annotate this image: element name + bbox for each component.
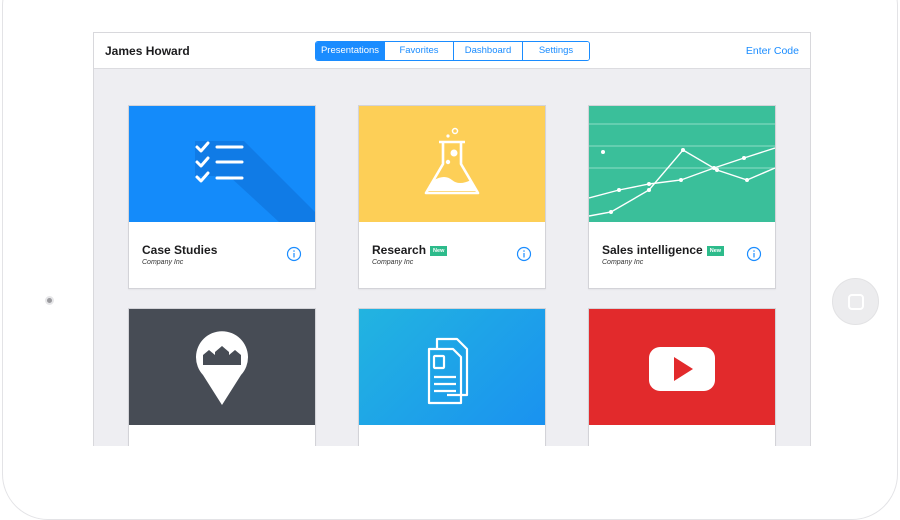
info-icon[interactable]	[516, 246, 532, 262]
card-thumbnail	[129, 309, 315, 425]
card-thumbnail	[359, 309, 545, 425]
document-icon	[427, 337, 469, 405]
user-name: James Howard	[105, 44, 190, 58]
tablet-device: James Howard Presentations Favorites Das…	[0, 0, 900, 520]
info-icon[interactable]	[746, 246, 762, 262]
card-company: Company Inc	[142, 259, 184, 266]
tab-dashboard[interactable]: Dashboard	[453, 42, 522, 60]
card-case-studies[interactable]: Case Studies Company Inc	[128, 105, 316, 289]
card-thumbnail	[589, 106, 775, 222]
map-pin-icon	[196, 331, 248, 405]
info-icon[interactable]	[286, 246, 302, 262]
camera-icon	[45, 296, 54, 305]
card-title: Case Studies	[142, 243, 218, 257]
home-square-icon	[848, 294, 864, 310]
card-company: Company Inc	[372, 259, 414, 266]
flask-icon	[424, 127, 480, 195]
line-chart-icon	[589, 123, 775, 217]
card-research[interactable]: Research New Company Inc	[358, 105, 546, 289]
card-thumbnail	[359, 106, 545, 222]
tab-bar: Presentations Favorites Dashboard Settin…	[315, 41, 590, 61]
new-badge: New	[430, 246, 448, 256]
tab-settings[interactable]: Settings	[522, 42, 589, 60]
home-button[interactable]	[832, 278, 879, 325]
card-thumbnail	[129, 106, 315, 222]
tab-favorites[interactable]: Favorites	[384, 42, 453, 60]
card-video[interactable]	[588, 308, 776, 446]
card-title: Sales intelligence New	[602, 243, 725, 257]
app-screen: James Howard Presentations Favorites Das…	[93, 32, 811, 446]
card-company: Company Inc	[602, 259, 644, 266]
top-bar: James Howard Presentations Favorites Das…	[94, 33, 810, 69]
new-badge: New	[706, 246, 725, 256]
card-location[interactable]	[128, 308, 316, 446]
youtube-icon	[649, 347, 715, 391]
checklist-icon	[195, 141, 315, 222]
card-title: Research New	[372, 243, 448, 257]
tab-presentations[interactable]: Presentations	[316, 42, 384, 60]
card-document[interactable]	[358, 308, 546, 446]
card-thumbnail	[589, 309, 775, 425]
enter-code-link[interactable]: Enter Code	[746, 45, 799, 57]
card-sales-intelligence[interactable]: Sales intelligence New Company Inc	[588, 105, 776, 289]
